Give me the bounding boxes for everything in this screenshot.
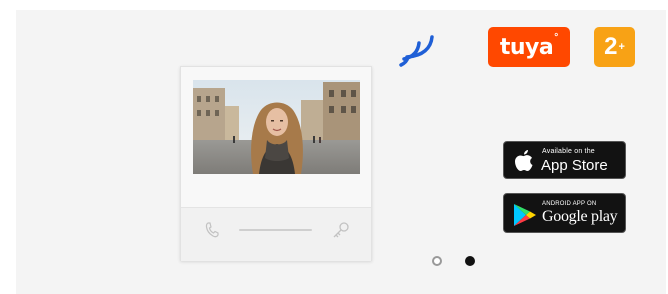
app-store-small-text: Available on the — [542, 148, 595, 155]
app-store-big-text: App Store — [541, 157, 608, 174]
zplus-logo-mark: + — [618, 41, 625, 53]
apple-icon — [515, 150, 533, 171]
volume-slider-line — [239, 229, 312, 231]
google-play-icon — [514, 204, 536, 226]
tuya-logo-text: tuya — [499, 34, 554, 60]
tuya-logo-badge: tuya ° — [488, 27, 570, 67]
pagination-dot-1[interactable] — [432, 256, 442, 266]
key-icon — [333, 222, 349, 238]
google-play-small-text: ANDROID APP ON — [542, 201, 597, 207]
handset-icon — [205, 222, 219, 238]
tuya-logo-mark: ° — [554, 31, 559, 43]
zplus-logo-text: 2 — [604, 33, 618, 60]
monitor-screen-photo — [193, 80, 360, 174]
pagination-dot-2-active[interactable] — [465, 256, 475, 266]
zplus-logo-badge: 2 + — [594, 27, 635, 67]
wifi-icon — [399, 35, 434, 67]
google-play-big-text: Google play — [542, 208, 618, 225]
intercom-monitor — [180, 66, 372, 261]
google-play-button[interactable]: ANDROID APP ON Google play — [503, 193, 626, 233]
app-store-button[interactable]: Available on the App Store — [503, 141, 626, 179]
